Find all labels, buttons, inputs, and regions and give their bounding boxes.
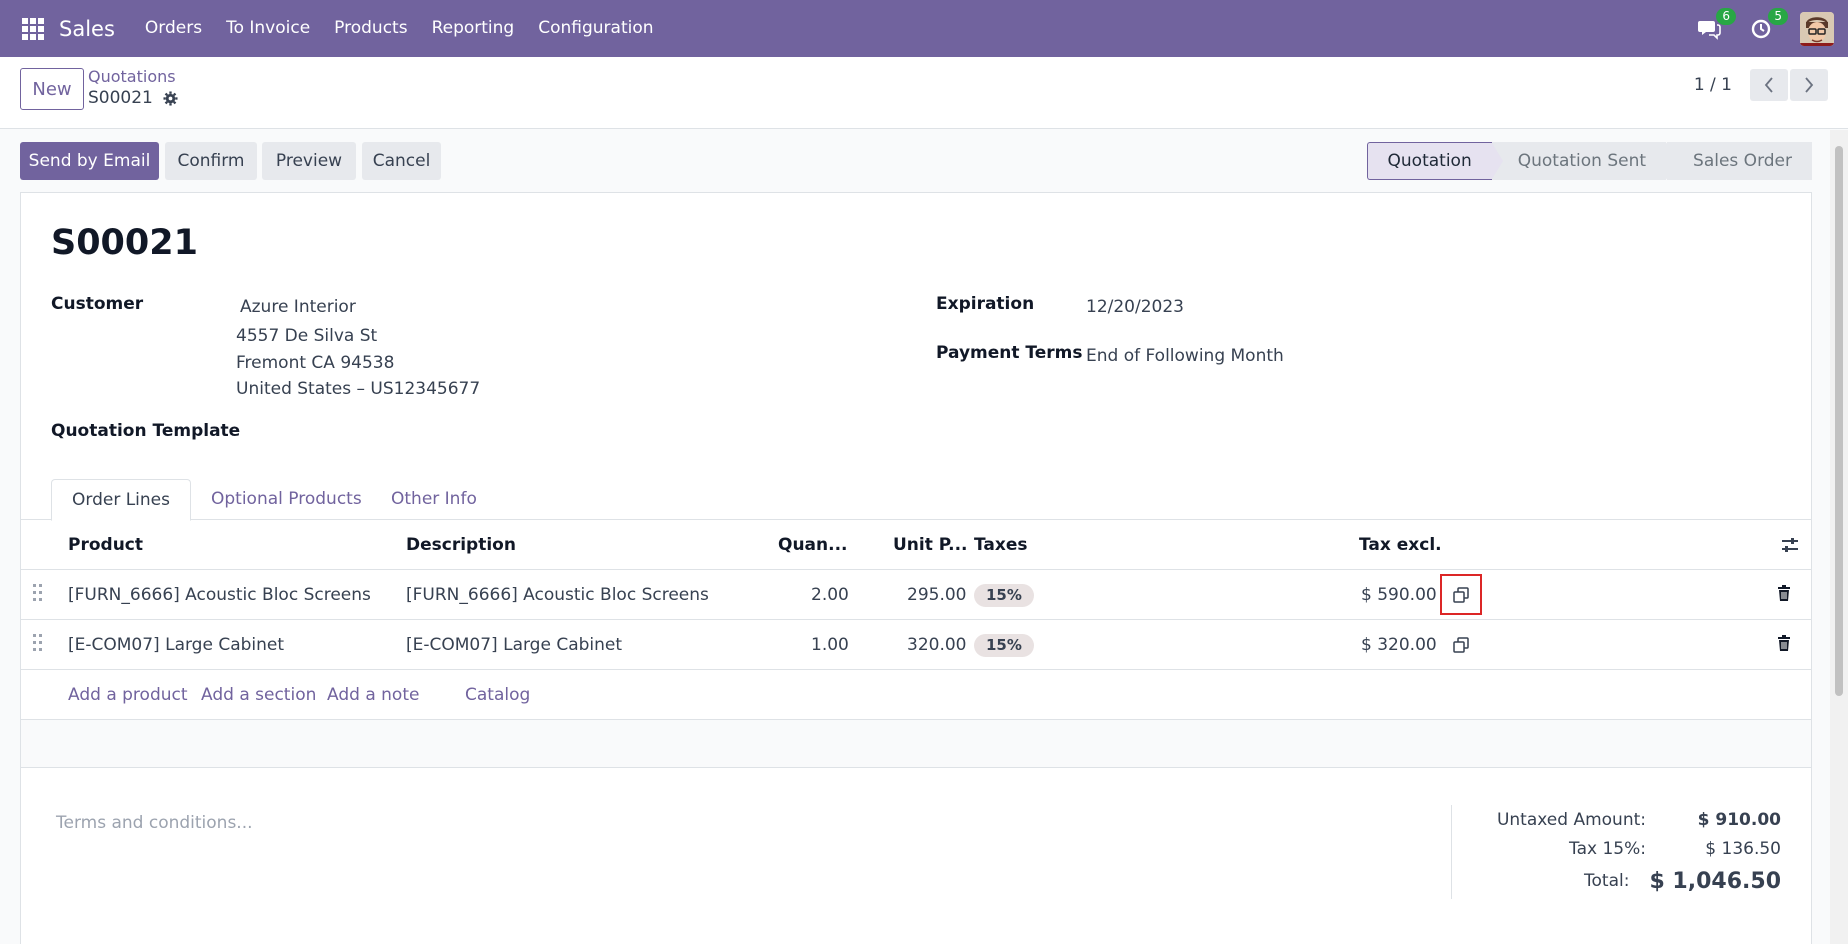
customer-address-line1: 4557 De Silva St [236,326,378,346]
totals-summary: Untaxed Amount: $ 910.00 Tax 15%: $ 136.… [1451,805,1781,899]
pager-previous-button[interactable] [1750,69,1788,101]
drag-handle-icon[interactable] [33,634,43,654]
statusbar: Send by Email Confirm Preview Cancel Quo… [0,130,1848,192]
menu-orders[interactable]: Orders [133,0,214,57]
total-value: $ 1,046.50 [1649,868,1781,894]
chevron-left-icon [1764,77,1773,93]
scrollbar-thumb[interactable] [1835,146,1843,696]
table-row[interactable]: [FURN_6666] Acoustic Bloc Screens [FURN_… [21,570,1811,620]
empty-row [21,720,1811,768]
menu-products[interactable]: Products [322,0,419,57]
add-note-link[interactable]: Add a note [327,670,419,720]
stage-quotation[interactable]: Quotation [1366,142,1504,180]
tab-order-lines[interactable]: Order Lines [51,479,191,521]
notebook-tabs: Order Lines Optional Products Other Info [21,479,1811,521]
row-quantity[interactable]: 1.00 [811,620,849,670]
confirm-button[interactable]: Confirm [165,142,257,180]
delete-line-button[interactable] [1777,585,1791,607]
expiration-date-field[interactable]: 12/20/2023 [1086,297,1184,317]
menu-configuration[interactable]: Configuration [526,0,665,57]
customer-label: Customer [51,294,144,314]
avatar-icon [1800,11,1834,46]
terms-and-conditions-field[interactable]: Terms and conditions... [56,813,253,833]
stage-quotation-sent[interactable]: Quotation Sent [1491,142,1679,180]
row-description[interactable]: [FURN_6666] Acoustic Bloc Screens [406,570,709,620]
drag-handle-icon[interactable] [33,584,43,604]
customer-name-field[interactable]: Azure Interior [240,297,356,317]
chevron-right-icon [1805,77,1814,93]
column-quantity[interactable]: Quan... [778,520,848,570]
user-avatar[interactable] [1800,11,1834,46]
copy-icon [1453,586,1469,603]
tab-optional-products[interactable]: Optional Products [191,479,382,521]
top-navbar: Sales Orders To Invoice Products Reporti… [0,0,1848,57]
menu-reporting[interactable]: Reporting [420,0,527,57]
row-description[interactable]: [E-COM07] Large Cabinet [406,620,622,670]
duplicate-line-button[interactable] [1440,574,1482,615]
status-stages: Quotation Quotation Sent Sales Order [1366,142,1812,180]
add-section-link[interactable]: Add a section [201,670,316,720]
duplicate-line-button[interactable] [1447,631,1475,659]
apps-menu-icon[interactable] [22,17,44,40]
pager-next-button[interactable] [1790,69,1828,101]
copy-icon [1453,637,1469,653]
expiration-label: Expiration [936,294,1035,314]
add-line-row: Add a product Add a section Add a note C… [21,670,1811,720]
table-row[interactable]: [E-COM07] Large Cabinet [E-COM07] Large … [21,620,1811,670]
pager-value[interactable]: 1 / 1 [1694,75,1732,95]
total-label: Total: [1584,871,1630,891]
untaxed-amount-value: $ 910.00 [1697,809,1781,830]
tax-label: Tax 15%: [1569,838,1646,859]
payment-terms-label: Payment Terms [936,343,1083,363]
column-product[interactable]: Product [68,520,143,570]
column-unit-price[interactable]: Unit P... [893,520,968,570]
tax-badge[interactable]: 15% [974,634,1034,657]
customer-address-line3: United States – US12345677 [236,379,481,399]
app-name[interactable]: Sales [59,17,115,41]
new-button[interactable]: New [20,68,84,110]
untaxed-amount-label: Untaxed Amount: [1496,809,1646,830]
optional-columns-toggle-icon[interactable] [1781,536,1799,554]
control-panel: New Quotations S00021 1 / 1 [0,57,1848,129]
customer-address-line2: Fremont CA 94538 [236,353,395,373]
pager: 1 / 1 [1694,69,1828,101]
gear-icon[interactable] [163,90,178,106]
tax-badge[interactable]: 15% [974,584,1034,607]
column-taxes[interactable]: Taxes [974,520,1028,570]
order-lines-header: Product Description Quan... Unit P... Ta… [21,520,1811,570]
send-by-email-button[interactable]: Send by Email [20,142,159,180]
tab-other-info[interactable]: Other Info [371,479,497,521]
row-subtotal: $ 590.00 [1361,585,1437,605]
catalog-link[interactable]: Catalog [465,670,530,720]
row-unit-price[interactable]: 320.00 [907,620,966,670]
breadcrumb-current: S00021 [88,88,153,108]
cancel-button[interactable]: Cancel [362,142,441,180]
menu-to-invoice[interactable]: To Invoice [214,0,322,57]
order-title: S00021 [51,223,198,263]
trash-icon [1778,635,1790,651]
activities-button[interactable]: 5 [1748,7,1788,42]
add-product-link[interactable]: Add a product [68,670,188,720]
messages-count-badge: 6 [1716,7,1736,25]
quotation-template-label: Quotation Template [51,421,241,441]
trash-icon [1778,585,1790,601]
delete-line-button[interactable] [1777,635,1791,657]
breadcrumb-quotations-link[interactable]: Quotations [88,67,178,87]
row-unit-price[interactable]: 295.00 [907,570,966,620]
stage-sales-order[interactable]: Sales Order [1667,142,1812,180]
payment-terms-field[interactable]: End of Following Month [1086,346,1284,366]
row-product[interactable]: [E-COM07] Large Cabinet [68,620,284,670]
row-product[interactable]: [FURN_6666] Acoustic Bloc Screens [68,570,371,620]
preview-button[interactable]: Preview [262,142,356,180]
row-subtotal: $ 320.00 [1361,635,1437,655]
messages-button[interactable]: 6 [1696,7,1736,42]
tax-value: $ 136.50 [1705,838,1781,859]
column-tax-excl[interactable]: Tax excl. [1359,520,1442,570]
page-scrollbar[interactable] [1830,130,1848,944]
form-sheet: S00021 Customer Azure Interior 4557 De S… [20,192,1812,944]
activities-count-badge: 5 [1768,7,1788,25]
column-description[interactable]: Description [406,520,516,570]
row-quantity[interactable]: 2.00 [811,570,849,620]
breadcrumb: Quotations S00021 [88,67,178,109]
